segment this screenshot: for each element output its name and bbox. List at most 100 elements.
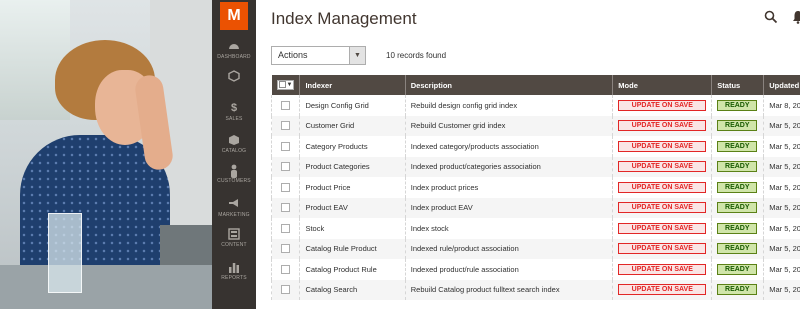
status-cell: READY (711, 115, 764, 136)
status-cell: READY (711, 218, 764, 239)
status-cell: READY (711, 177, 764, 198)
row-checkbox[interactable] (281, 182, 291, 192)
nav-customers[interactable]: CUSTOMERS (212, 164, 256, 184)
mode-cell: UPDATE ON SAVE (612, 197, 712, 218)
mass-select-checkbox[interactable] (278, 81, 286, 89)
photo-glass (48, 213, 82, 293)
table-row[interactable]: Customer Grid Rebuild Customer grid index… (270, 115, 800, 136)
updated-cell: Mar 8, 20 (763, 95, 800, 116)
row-checkbox[interactable] (281, 264, 291, 274)
row-checkbox[interactable] (281, 121, 291, 131)
mode-badge: UPDATE ON SAVE (618, 284, 707, 296)
description-cell: Indexed product/categories association (404, 156, 613, 177)
mode-badge: UPDATE ON SAVE (618, 222, 707, 234)
row-checkbox[interactable] (281, 244, 291, 254)
row-checkbox-cell (270, 238, 300, 259)
status-badge: READY (717, 181, 758, 193)
table-row[interactable]: Stock Index stock UPDATE ON SAVE READY Mar 5… (270, 218, 800, 239)
mode-badge: UPDATE ON SAVE (618, 243, 707, 255)
table-row[interactable]: Product Categories Indexed product/catego… (270, 156, 800, 177)
mode-badge: UPDATE ON SAVE (618, 140, 707, 152)
description-cell: Rebuild design config grid index (404, 95, 613, 116)
updated-cell: Mar 5, 20 (763, 279, 800, 300)
column-header-mode[interactable]: Mode (612, 75, 712, 95)
mode-badge: UPDATE ON SAVE (618, 181, 707, 193)
table-row[interactable]: Category Products Indexed category/produc… (270, 136, 800, 157)
dashboard-icon (228, 40, 240, 52)
mode-cell: UPDATE ON SAVE (612, 95, 712, 116)
row-checkbox[interactable] (281, 223, 291, 233)
notification-bell-icon[interactable] (792, 10, 800, 24)
description-cell: Indexed rule/product association (404, 238, 613, 259)
mode-badge: UPDATE ON SAVE (618, 120, 707, 132)
row-checkbox-cell (270, 177, 300, 198)
mode-badge: UPDATE ON SAVE (618, 263, 707, 275)
row-checkbox[interactable] (281, 285, 291, 295)
indexer-cell: Product Categories (299, 156, 406, 177)
grid-header-row: ▼ Indexer Description Mode Status Update… (271, 75, 800, 95)
status-cell: READY (711, 279, 764, 300)
main-content: Index Management Actions ▼ 10 records fo… (256, 0, 800, 309)
magento-logo[interactable]: M (220, 2, 248, 30)
indexer-cell: Product Price (299, 177, 406, 198)
indexer-cell: Catalog Search (299, 279, 406, 300)
table-row[interactable]: Catalog Search Rebuild Catalog product fu… (270, 279, 800, 300)
description-cell: Index product EAV (404, 197, 613, 218)
nav-sales[interactable]: $ SALES (212, 102, 256, 122)
description-cell: Rebuild Customer grid index (404, 115, 613, 136)
column-header-updated[interactable]: Updated (763, 75, 800, 95)
indexer-cell: Category Products (299, 136, 406, 157)
table-row[interactable]: Product EAV Index product EAV UPDATE ON SA… (270, 197, 800, 218)
indexer-grid: ▼ Indexer Description Mode Status Update… (270, 75, 800, 300)
column-header-indexer[interactable]: Indexer (299, 75, 406, 95)
status-badge: READY (717, 202, 758, 214)
search-icon[interactable] (764, 10, 778, 24)
status-badge: READY (717, 140, 758, 152)
updated-cell: Mar 5, 20 (763, 218, 800, 239)
description-cell: Rebuild Catalog product fulltext search … (404, 279, 613, 300)
status-badge: READY (717, 284, 758, 296)
status-badge: READY (717, 161, 758, 173)
table-row[interactable]: Design Config Grid Rebuild design config … (270, 95, 800, 116)
cube-icon (228, 134, 240, 146)
updated-cell: Mar 5, 20 (763, 156, 800, 177)
column-header-status[interactable]: Status (711, 75, 764, 95)
indexer-cell: Catalog Product Rule (299, 259, 406, 280)
status-badge: READY (717, 222, 758, 234)
row-checkbox[interactable] (281, 203, 291, 213)
table-row[interactable]: Catalog Product Rule Indexed product/rule… (270, 259, 800, 280)
nav-dashboard[interactable]: DASHBOARD (212, 40, 256, 60)
actions-dropdown[interactable]: Actions ▼ (271, 46, 366, 65)
nav-content[interactable]: CONTENT (212, 228, 256, 248)
column-header-description[interactable]: Description (404, 75, 613, 95)
row-checkbox[interactable] (281, 141, 291, 151)
status-cell: READY (711, 197, 764, 218)
indexer-cell: Design Config Grid (299, 95, 406, 116)
status-badge: READY (717, 243, 758, 255)
row-checkbox[interactable] (281, 100, 291, 110)
row-checkbox-cell (270, 115, 300, 136)
nav-reports[interactable]: REPORTS (212, 261, 256, 281)
bar-chart-icon (228, 261, 240, 273)
nav-hexagon[interactable] (212, 70, 256, 82)
row-checkbox-cell (270, 259, 300, 280)
updated-cell: Mar 5, 20 (763, 136, 800, 157)
mass-action-header[interactable]: ▼ (271, 75, 300, 95)
nav-catalog[interactable]: CATALOG (212, 134, 256, 154)
mass-select-control[interactable]: ▼ (276, 79, 295, 90)
indexer-cell: Catalog Rule Product (299, 238, 406, 259)
status-badge: READY (717, 120, 758, 132)
row-checkbox[interactable] (281, 162, 291, 172)
row-checkbox-cell (270, 197, 300, 218)
table-row[interactable]: Product Price Index product prices UPDATE … (270, 177, 800, 198)
status-badge: READY (717, 99, 758, 111)
table-row[interactable]: Catalog Rule Product Indexed rule/product… (270, 238, 800, 259)
grid-body: Design Config Grid Rebuild design config … (270, 95, 800, 300)
indexer-cell: Product EAV (299, 197, 406, 218)
mode-badge: UPDATE ON SAVE (618, 161, 707, 173)
mode-badge: UPDATE ON SAVE (618, 202, 707, 214)
mode-badge: UPDATE ON SAVE (618, 99, 707, 111)
status-cell: READY (711, 136, 764, 157)
nav-marketing[interactable]: MARKETING (212, 198, 256, 218)
description-cell: Indexed category/products association (404, 136, 613, 157)
